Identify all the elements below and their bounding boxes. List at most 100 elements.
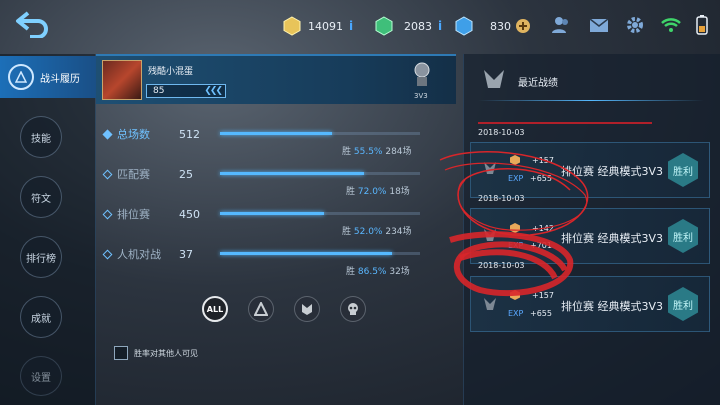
filter-all-button[interactable]: ALL [202,296,228,322]
nav-item-battle-history[interactable]: 战斗履历 [0,56,96,98]
filter-mode-b-button[interactable] [294,296,320,322]
stat-label: 人机对战 [117,248,161,261]
match-date: 2018-10-03 [478,194,525,203]
diamond-bullet-icon [102,169,113,179]
stat-sub-ranked: 胜 52.0% 234场 [342,224,412,237]
gold-small-icon [510,290,520,300]
friends-icon[interactable] [550,14,572,36]
recent-matches-emblem-icon [484,70,504,88]
visibility-label: 胜率对其他人可见 [134,348,198,358]
wifi-icon [661,18,681,32]
gold-gain: +142 [532,224,554,233]
stat-row-ai: 人机对战 37 [102,246,219,262]
win-label: 胜 [346,267,356,277]
mode-emblem-icon [484,229,496,241]
match-result: 胜利 [673,300,693,312]
stat-value: 37 [179,247,193,261]
player-level: 85 [153,86,165,96]
stat-bar-fill [220,212,324,215]
nav-item-label: 技能 [31,133,51,145]
stat-bar-fill [220,132,332,135]
win-rate: 52.0% [353,227,383,237]
nav-item-settings[interactable]: 设置 [20,356,62,396]
match-result: 胜利 [673,232,693,244]
stat-row-total: 总场数 512 [102,126,219,142]
battery-icon [696,15,708,35]
stat-value: 512 [179,127,200,141]
stat-bar-ai [220,252,420,255]
stat-label: 总场数 [117,128,150,141]
jade-icon [375,16,393,36]
jade-amount: 2083 [404,19,432,33]
gold-small-icon [510,155,520,165]
add-diamond-icon[interactable] [515,18,531,34]
stat-sub-ai: 胜 86.5% 32场 [346,264,410,277]
stat-sub-total: 胜 55.5% 284场 [342,144,412,157]
rank-emblem-icon [414,62,430,86]
nav-active-label: 战斗履历 [40,73,80,85]
nav-item-label: 符文 [31,193,51,205]
diamond-icon [455,16,473,36]
win-label: 胜 [346,187,356,197]
match-date: 2018-10-03 [478,128,525,137]
level-arrows-icon: ❮❮❮ [204,86,223,96]
match-mode: 排位赛 经典模式3V3 [561,300,664,313]
match-result: 胜利 [673,166,693,178]
stat-value: 450 [179,207,200,221]
nav-item-leaderboard[interactable]: 排行榜 [20,236,62,278]
battle-emblem-icon [8,64,34,90]
gold-info-icon[interactable]: i [349,19,353,33]
mode-badge-label: 3V3 [414,92,428,100]
diamond-bullet-icon [102,129,113,139]
gold-amount: 14091 [308,19,343,33]
diamond-currency: 830 [454,14,531,38]
mail-icon[interactable] [588,14,610,36]
win-label: 胜 [342,147,352,157]
stat-bar-total [220,132,420,135]
exp-label: EXP [508,174,524,183]
exp-gain: +655 [530,174,552,183]
nav-item-skills[interactable]: 技能 [20,116,62,158]
mode-emblem-icon [484,162,496,174]
nav-item-achievements[interactable]: 成就 [20,296,62,338]
match-mode: 排位赛 经典模式3V3 [561,165,664,178]
jade-info-icon[interactable]: i [438,19,442,33]
settings-gear-icon[interactable] [624,14,646,36]
visibility-checkbox[interactable] [114,346,128,360]
diamond-bullet-icon [102,249,113,259]
match-mode: 排位赛 经典模式3V3 [561,232,664,245]
exp-gain: +701 [530,241,552,250]
recent-matches-title: 最近战绩 [518,78,558,89]
jade-currency: 2083 i [374,14,442,38]
win-rate: 86.5% [357,267,387,277]
exp-label: EXP [508,241,524,250]
filter-mode-a-button[interactable] [248,296,274,322]
stat-value: 25 [179,167,193,181]
triangle-mode-icon [254,302,268,316]
nav-item-label: 设置 [31,372,51,384]
stat-bar-fill [220,172,364,175]
gold-small-icon [510,223,520,233]
skull-mode-icon [348,303,358,315]
filter-all-label: ALL [206,304,224,314]
level-bar: 85 ❮❮❮ [146,84,226,98]
stat-bar-fill [220,252,392,255]
annotation-underline [478,122,652,124]
gold-currency: 14091 i [282,14,353,38]
left-nav [0,54,96,405]
diamond-amount: 830 [490,19,511,33]
visibility-option[interactable]: 胜率对其他人可见 [114,346,198,360]
back-button[interactable] [14,8,54,39]
nav-item-runes[interactable]: 符文 [20,176,62,218]
win-label: 胜 [342,227,352,237]
player-avatar[interactable] [102,60,142,100]
stat-row-ranked: 排位赛 450 [102,206,219,222]
stat-label: 排位赛 [117,208,150,221]
nav-item-label: 成就 [31,313,51,325]
exp-label: EXP [508,309,524,318]
games-count: 32场 [389,267,410,277]
filter-mode-c-button[interactable] [340,296,366,322]
win-rate: 55.5% [353,147,383,157]
stat-sub-match: 胜 72.0% 18场 [346,184,410,197]
demon-mask-icon [302,304,312,315]
